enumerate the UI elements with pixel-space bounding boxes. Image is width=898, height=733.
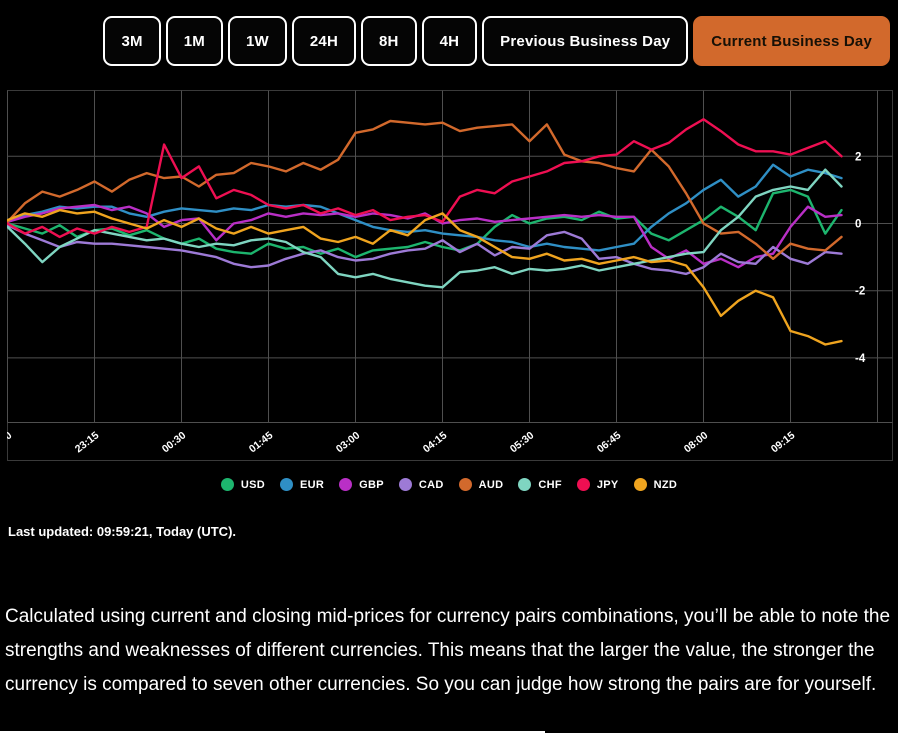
timeframe-button-previous-business-day[interactable]: Previous Business Day [482,16,689,66]
legend-label-chf: CHF [538,478,562,491]
legend-label-eur: EUR [300,478,325,491]
y-tick-label: -4 [855,353,866,365]
legend-dot-gbp [339,478,353,491]
description-text: Calculated using current and closing mid… [5,606,891,695]
chart-border [7,90,893,461]
timeframe-toolbar: 3M 1M 1W 24H 8H 4H Previous Business Day Curren… [103,16,890,66]
series-cad [7,223,843,276]
x-tick-label: 23:15 [73,429,102,455]
legend-label-usd: USD [240,478,266,491]
y-tick-label: 0 [855,219,861,231]
legend-label-gbp: GBP [359,478,384,491]
currency-strength-chart: 2 0 -2 -4 22:00 23:15 00:30 01:45 03:00 04:15 05:3… [7,88,893,462]
timeframe-button-1w[interactable]: 1W [227,16,287,66]
x-tick-label: 00:30 [160,429,189,455]
legend-dot-aud [458,478,472,491]
timeframe-button-3m[interactable]: 3M [103,16,161,66]
legend-dot-jpy [576,478,590,491]
timeframe-button-8h[interactable]: 8H [361,16,417,66]
legend-item-gbp[interactable]: GBP [339,478,384,491]
x-tick-label: 22:00 [7,429,14,455]
legend-dot-cad [398,478,412,491]
legend-dot-nzd [633,478,647,491]
y-tick-label: 2 [855,151,861,163]
legend-label-jpy: JPY [596,478,619,491]
legend-dot-chf [518,478,532,491]
legend-label-nzd: NZD [653,478,678,491]
legend-dot-usd [220,478,234,491]
timeframe-button-current-business-day[interactable]: Current Business Day [693,16,890,66]
chart-canvas: 2 0 -2 -4 22:00 23:15 00:30 01:45 03:00 04:15 05:3… [7,90,893,461]
series-chf [7,168,843,289]
legend-item-nzd[interactable]: NZD [633,478,678,491]
legend-item-cad[interactable]: CAD [398,478,444,491]
x-tick-label: 08:00 [682,429,711,455]
legend-label-cad: CAD [418,478,444,491]
timeframe-button-4h[interactable]: 4H [421,16,478,66]
legend-item-usd[interactable]: USD [220,478,266,491]
timeframe-button-24h[interactable]: 24H [291,16,357,66]
x-tick-label: 05:30 [508,429,537,455]
legend-item-jpy[interactable]: JPY [576,478,619,491]
last-updated-text: Last updated: 09:59:21, Today (UTC). [8,524,237,539]
legend-item-aud[interactable]: AUD [458,478,504,491]
x-tick-label: 09:15 [769,429,798,455]
legend-dot-eur [280,478,294,491]
x-tick-label: 01:45 [247,429,276,455]
legend-item-chf[interactable]: CHF [518,478,562,491]
x-tick-label: 04:15 [421,429,450,455]
timeframe-button-1m[interactable]: 1M [165,16,223,66]
legend-label-aud: AUD [478,478,504,491]
legend-item-eur[interactable]: EUR [280,478,324,491]
chart-legend: USD EUR GBP CAD AUD CHF JPY NZD [0,478,898,491]
y-tick-label: -2 [855,286,865,298]
x-tick-label: 06:45 [595,429,624,455]
x-tick-label: 03:00 [334,429,363,455]
